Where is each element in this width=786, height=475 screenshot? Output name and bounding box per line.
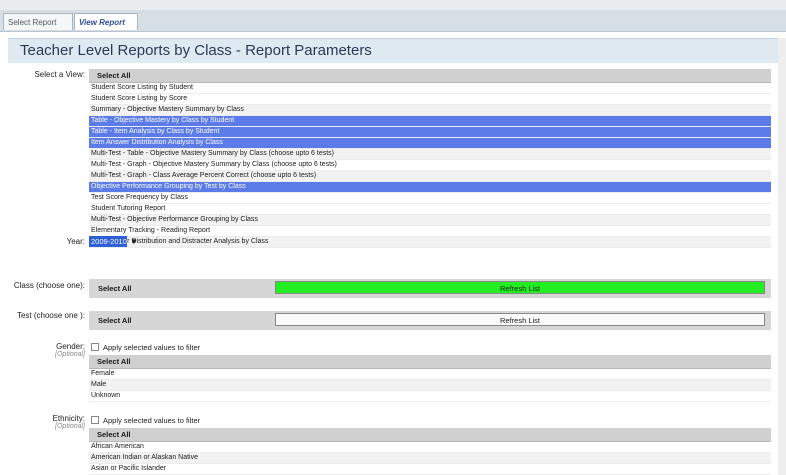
gender-optional-note: [Optional] xyxy=(55,351,85,358)
ethnicity-label: Ethnicity: [Optional] xyxy=(0,414,85,430)
ethnicity-list: Select All African American American Ind… xyxy=(89,428,771,475)
window-top-strip xyxy=(0,0,786,10)
view-list-item-selected[interactable]: Item Answer Distribution Analysis by Cla… xyxy=(89,138,771,149)
view-list-item[interactable]: Test Score Frequency by Class xyxy=(89,193,771,204)
ethnicity-optional-note: [Optional] xyxy=(55,423,85,430)
test-select-all[interactable]: Select All xyxy=(98,315,132,326)
gender-filter-checkbox[interactable] xyxy=(91,343,99,351)
class-select-all[interactable]: Select All xyxy=(98,283,132,294)
gender-select-all-header[interactable]: Select All xyxy=(89,355,771,369)
view-list: Select All Student Score Listing by Stud… xyxy=(89,69,771,248)
ethnicity-list-item[interactable]: Asian or Pacific Islander xyxy=(89,464,771,475)
view-list-item[interactable]: Item Answer Distribution and Distracter … xyxy=(89,237,771,248)
test-refresh-button[interactable]: Refresh List xyxy=(275,313,765,326)
view-list-item-selected[interactable]: Table - Item Analysis by Class by Studen… xyxy=(89,127,771,138)
chevron-down-icon[interactable]: ▼ xyxy=(130,236,138,247)
gender-list-item[interactable]: Unknown xyxy=(89,391,771,402)
ethnicity-label-text: Ethnicity: xyxy=(52,414,85,423)
test-label: Test (choose one ): xyxy=(16,311,85,320)
view-list-item[interactable]: Student Score Listing by Student xyxy=(89,83,771,94)
gender-label-text: Gender: xyxy=(56,342,85,351)
page-title: Teacher Level Reports by Class - Report … xyxy=(20,42,372,59)
test-control-row: Select All Refresh List xyxy=(89,311,771,330)
view-list-item-selected[interactable]: Table - Objective Mastery by Class by St… xyxy=(89,116,771,127)
view-list-item[interactable]: Student Score Listing by Score xyxy=(89,94,771,105)
select-view-label: Select a View: xyxy=(34,70,85,79)
view-select-all-header[interactable]: Select All xyxy=(89,69,771,83)
class-control-row: Select All Refresh List xyxy=(89,279,771,298)
view-list-item[interactable]: Elementary Tracking - Reading Report xyxy=(89,226,771,237)
view-list-item-selected[interactable]: Objective Performance Grouping by Test b… xyxy=(89,182,771,193)
view-list-item[interactable]: Multi-Test - Table - Objective Mastery S… xyxy=(89,149,771,160)
view-list-item[interactable]: Multi-Test - Graph - Class Average Perce… xyxy=(89,171,771,182)
year-select[interactable]: 2009-2010 xyxy=(89,236,127,247)
ethnicity-list-item[interactable]: African American xyxy=(89,442,771,453)
ethnicity-list-item[interactable]: American Indian or Alaskan Native xyxy=(89,453,771,464)
ethnicity-filter-checkbox[interactable] xyxy=(91,416,99,424)
gender-filter-label: Apply selected values to filter xyxy=(103,343,201,352)
tab-view-report[interactable]: View Report xyxy=(74,13,138,30)
view-list-item[interactable]: Student Tutoring Report xyxy=(89,204,771,215)
ethnicity-select-all-header[interactable]: Select All xyxy=(89,428,771,442)
gender-list: Select All Female Male Unknown xyxy=(89,355,771,402)
class-refresh-button[interactable]: Refresh List xyxy=(275,281,765,294)
tab-select-report[interactable]: Select Report xyxy=(3,13,73,30)
view-list-item[interactable]: Multi-Test - Objective Performance Group… xyxy=(89,215,771,226)
page-scrollbar[interactable] xyxy=(778,38,786,475)
view-list-item[interactable]: Summary - Objective Mastery Summary by C… xyxy=(89,105,771,116)
tab-bar: Select Report View Report xyxy=(0,10,786,32)
class-label: Class (choose one): xyxy=(13,281,85,290)
view-list-item[interactable]: Multi-Test - Graph - Objective Mastery S… xyxy=(89,160,771,171)
gender-list-item[interactable]: Female xyxy=(89,369,771,380)
year-label: Year: xyxy=(66,237,85,246)
ethnicity-filter-label: Apply selected values to filter xyxy=(103,416,201,425)
gender-list-item[interactable]: Male xyxy=(89,380,771,391)
gender-label: Gender: [Optional] xyxy=(0,342,85,358)
